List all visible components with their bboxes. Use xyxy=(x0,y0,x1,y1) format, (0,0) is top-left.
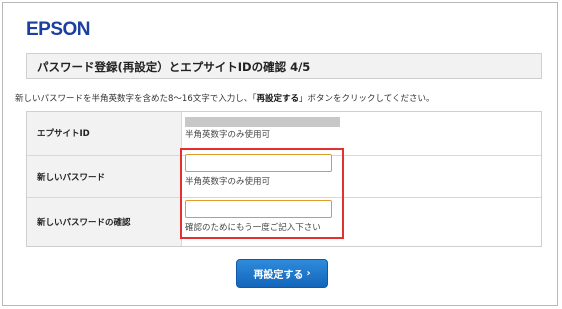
instruction-emphasis: 再設定する xyxy=(256,94,299,104)
submit-label: 再設定する xyxy=(253,270,304,281)
epsite-id-value-redacted xyxy=(185,117,340,127)
new-password-label: 新しいパスワード xyxy=(37,173,106,183)
new-password-hint: 半角英数字のみ使用可 xyxy=(185,177,271,187)
confirm-password-input[interactable] xyxy=(185,200,332,218)
epsite-id-label: エプサイトID xyxy=(37,129,90,139)
instruction-before: 新しいパスワードを半角英数字を含めた8～16文字で入力し、「 xyxy=(15,94,257,104)
confirm-password-label: 新しいパスワードの確認 xyxy=(37,218,131,228)
confirm-password-hint: 確認のためにもう一度ご記入下さい xyxy=(185,223,321,233)
instruction-text: 新しいパスワードを半角英数字を含めた8～16文字で入力し、「再設定する」ボタンを… xyxy=(15,92,435,104)
label-cell: 新しいパスワード xyxy=(27,156,182,197)
epson-logo: EPSON xyxy=(26,19,91,40)
chevron-right-icon: › xyxy=(306,268,311,279)
label-cell: 新しいパスワードの確認 xyxy=(27,198,182,246)
page-title-bar: パスワード登録(再設定）とエプサイトIDの確認 4/5 xyxy=(26,53,542,79)
epsite-id-hint: 半角英数字のみ使用可 xyxy=(185,130,271,140)
page-title: パスワード登録(再設定）とエプサイトIDの確認 4/5 xyxy=(37,60,311,74)
reset-submit-button[interactable]: 再設定する › xyxy=(236,259,328,288)
instruction-after: 」ボタンをクリックしてください。 xyxy=(299,94,435,104)
new-password-input[interactable] xyxy=(185,154,332,172)
label-cell: エプサイトID xyxy=(27,112,182,155)
